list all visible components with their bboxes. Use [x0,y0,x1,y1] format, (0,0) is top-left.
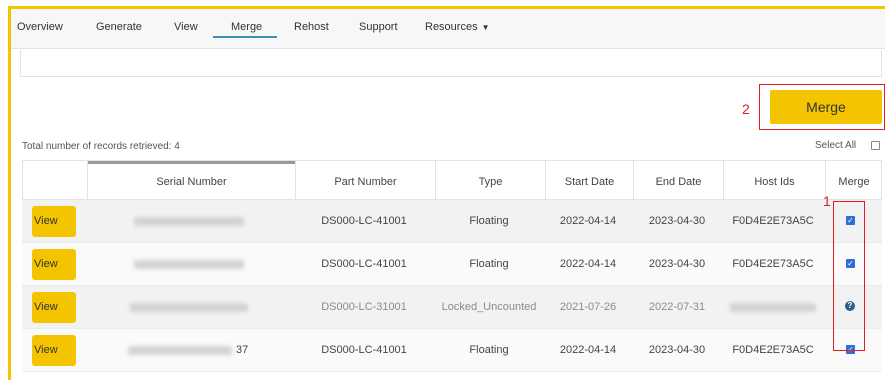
col-header-end-date[interactable]: End Date [633,161,723,201]
table-row: View DS000-LC-41001 Floating 2022-04-14 … [22,243,882,286]
nav-support[interactable]: Support [359,21,398,33]
view-button[interactable]: View [32,206,76,237]
part-number-cell: DS000-LC-41001 [321,344,407,356]
view-button[interactable]: View [32,335,76,366]
merge-button-highlight [759,84,885,130]
col-header-start-date[interactable]: Start Date [545,161,633,201]
content-panel [20,50,882,77]
table-row: View 37 DS000-LC-41001 Floating 2022-04-… [22,329,882,372]
serial-number-redacted [128,346,232,355]
col-header-type[interactable]: Type [435,161,545,201]
end-date-cell: 2023-04-30 [648,215,706,227]
nav-rehost[interactable]: Rehost [294,21,329,33]
serial-number-redacted [134,217,244,226]
host-id-cell: F0D4E2E73A5C [732,344,814,356]
serial-number-redacted [130,303,248,312]
table-row: View DS000-LC-41001 Floating 2022-04-14 … [22,200,882,243]
col-header-part-number[interactable]: Part Number [295,161,435,201]
caret-down-icon: ▼ [481,23,490,32]
table-header: Serial Number Part Number Type Start Dat… [22,160,882,201]
host-id-cell: F0D4E2E73A5C [732,258,814,270]
start-date-cell: 2022-04-14 [559,215,617,227]
end-date-cell: 2023-04-30 [648,258,706,270]
annotation-step-2: 2 [742,101,750,117]
nav-generate[interactable]: Generate [96,21,142,33]
table-row: View DS000-LC-31001 Locked_Uncounted 202… [22,286,882,329]
end-date-cell: 2022-07-31 [648,301,706,313]
serial-number-redacted [134,260,244,269]
host-id-cell: F0D4E2E73A5C [732,215,814,227]
top-nav: Overview Generate View Merge Rehost Supp… [11,9,885,49]
active-tab-underline [213,36,277,38]
col-header-serial-number[interactable]: Serial Number [87,161,295,201]
col-header-merge: Merge [825,161,882,201]
type-cell: Floating [469,344,509,356]
type-cell: Floating [469,258,509,270]
select-all-checkbox[interactable] [871,141,880,150]
nav-overview[interactable]: Overview [17,21,63,33]
nav-resources-label: Resources [425,21,478,33]
annotation-step-1: 1 [823,193,831,209]
type-cell: Locked_Uncounted [441,301,537,313]
view-button[interactable]: View [32,249,76,280]
host-id-redacted [730,303,816,312]
type-cell: Floating [469,215,509,227]
start-date-cell: 2022-04-14 [559,344,617,356]
part-number-cell: DS000-LC-31001 [321,301,407,313]
nav-merge[interactable]: Merge [231,21,262,33]
records-count: Total number of records retrieved: 4 [22,141,180,152]
select-all-label: Select All [815,140,857,151]
serial-number-suffix: 37 [236,344,249,356]
col-header-view [23,161,87,201]
nav-resources[interactable]: Resources ▼ [425,21,490,33]
merge-column-highlight [833,201,865,351]
view-button[interactable]: View [32,292,76,323]
start-date-cell: 2022-04-14 [559,258,617,270]
part-number-cell: DS000-LC-41001 [321,258,407,270]
nav-view[interactable]: View [174,21,198,33]
part-number-cell: DS000-LC-41001 [321,215,407,227]
end-date-cell: 2023-04-30 [648,344,706,356]
col-header-host-ids[interactable]: Host Ids [723,161,825,201]
start-date-cell: 2021-07-26 [559,301,617,313]
